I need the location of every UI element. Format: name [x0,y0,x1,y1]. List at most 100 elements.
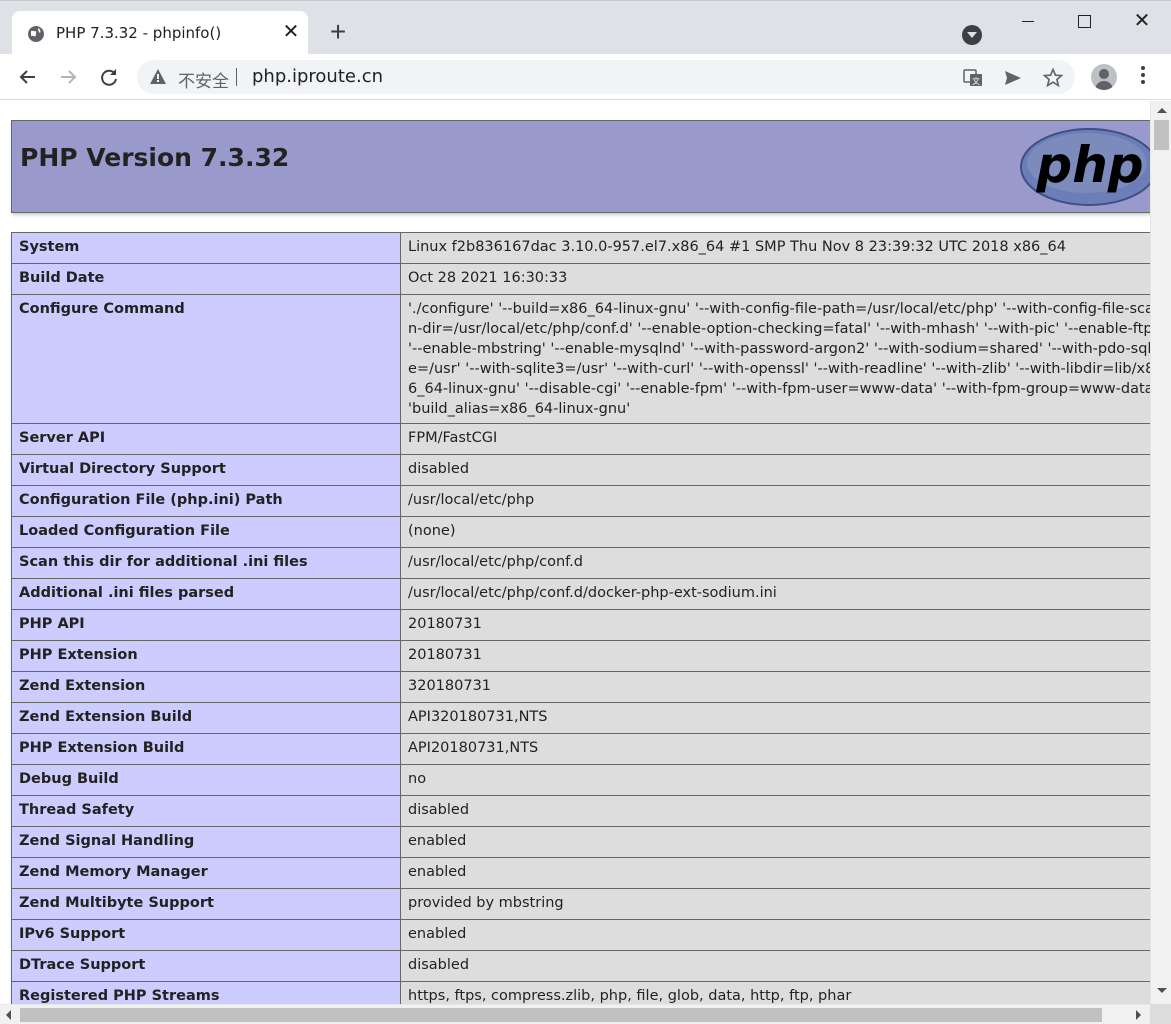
scrollbar-corner [1150,1004,1171,1024]
row-label: PHP Extension [11,640,401,672]
table-row: Zend Multibyte Support provided by mbstri… [11,888,1150,920]
table-row: Registered PHP Streams https, ftps, compr… [11,981,1150,1004]
row-value: /usr/local/etc/php [400,485,1150,517]
row-value: API320180731,NTS [400,702,1150,734]
row-label: Configure Command [11,294,401,424]
row-label: Loaded Configuration File [11,516,401,548]
row-value: enabled [400,826,1150,858]
row-label: IPv6 Support [11,919,401,951]
php-info-table: System Linux f2b836167dac 3.10.0-957.el7.… [11,232,1150,1004]
globe-icon [28,26,44,42]
row-value: './configure' '--build=x86_64-linux-gnu'… [400,294,1150,424]
forward-arrow-icon[interactable] [53,62,83,92]
star-icon[interactable] [1042,67,1064,88]
row-value: FPM/FastCGI [400,423,1150,455]
row-value: API20180731,NTS [400,733,1150,765]
table-row: System Linux f2b836167dac 3.10.0-957.el7.… [11,232,1150,264]
vertical-scrollbar[interactable] [1150,101,1171,1004]
phpinfo-header: PHP Version 7.3.32 php [11,120,1150,213]
row-value: disabled [400,795,1150,827]
row-label: DTrace Support [11,950,401,982]
php-logo[interactable]: php [1019,126,1150,208]
table-row: Scan this dir for additional .ini files /… [11,547,1150,579]
page-viewport: PHP Version 7.3.32 php System Linux f2b83… [1,101,1150,1004]
url-text[interactable]: php.iproute.cn [252,66,383,87]
phpinfo-page: PHP Version 7.3.32 php System Linux f2b83… [11,120,1150,1004]
row-value: 20180731 [400,640,1150,672]
maximize-button[interactable] [1056,7,1112,35]
table-row: Build Date Oct 28 2021 16:30:33 [11,263,1150,295]
row-label: PHP API [11,609,401,641]
horizontal-scrollbar[interactable] [0,1004,1150,1024]
table-row: Virtual Directory Support disabled [11,454,1150,486]
row-value: enabled [400,919,1150,951]
row-value: Oct 28 2021 16:30:33 [400,263,1150,295]
row-value: /usr/local/etc/php/conf.d [400,547,1150,579]
row-value: no [400,764,1150,796]
tab-title: PHP 7.3.32 - phpinfo() [56,24,222,42]
table-row: Zend Memory Manager enabled [11,857,1150,889]
row-value: /usr/local/etc/php/conf.d/docker-php-ext… [400,578,1150,610]
security-status-label[interactable]: 不安全 [178,67,229,92]
tab-close-icon[interactable]: ✕ [282,22,300,42]
table-row: Configuration File (php.ini) Path/usr/lo… [11,485,1150,517]
row-label: Registered PHP Streams [11,981,401,1004]
window-close-button[interactable]: ✕ [1114,7,1170,35]
row-value: enabled [400,857,1150,889]
row-label: PHP Extension Build [11,733,401,765]
translate-icon[interactable]: 文 [963,68,983,88]
table-row: Thread Safety disabled [11,795,1150,827]
address-bar[interactable]: 不安全 php.iproute.cn 文 [137,60,1075,94]
table-row: Zend Extension 320180731 [11,671,1150,703]
vertical-scroll-thumb[interactable] [1154,120,1169,150]
table-row: Zend Signal Handling enabled [11,826,1150,858]
row-label: Configuration File (php.ini) Path [11,485,401,517]
table-row: Debug Build no [11,764,1150,796]
browser-toolbar: 不安全 php.iproute.cn 文 [0,54,1171,100]
row-value: disabled [400,454,1150,486]
browser-tab[interactable]: PHP 7.3.32 - phpinfo() ✕ [12,11,308,55]
table-row: PHP Extension Build API20180731,NTS [11,733,1150,765]
table-row: DTrace Support disabled [11,950,1150,982]
horizontal-scroll-thumb[interactable] [20,1008,1102,1022]
row-label: Additional .ini files parsed [11,578,401,610]
row-label: Zend Extension [11,671,401,703]
scroll-down-arrow-icon[interactable] [1157,988,1167,993]
table-row: Additional .ini files parsed/usr/local/e… [11,578,1150,610]
row-label: Zend Signal Handling [11,826,401,858]
table-row: PHP API 20180731 [11,609,1150,641]
table-row: Server API FPM/FastCGI [11,423,1150,455]
scroll-right-arrow-icon[interactable] [1136,1010,1141,1020]
row-label: Debug Build [11,764,401,796]
svg-text:文: 文 [972,76,980,86]
scroll-left-arrow-icon[interactable] [6,1010,11,1020]
tab-search-icon[interactable] [962,25,982,45]
avatar-icon[interactable] [1091,64,1117,90]
new-tab-button[interactable]: + [326,18,350,46]
row-value: disabled [400,950,1150,982]
warning-triangle-icon[interactable] [150,69,166,84]
row-label: Virtual Directory Support [11,454,401,486]
row-value: 20180731 [400,609,1150,641]
row-value: provided by mbstring [400,888,1150,920]
row-label: Zend Multibyte Support [11,888,401,920]
kebab-menu-icon[interactable] [1133,66,1153,88]
send-tab-icon[interactable] [1003,68,1023,88]
minimize-button[interactable] [1000,7,1056,35]
row-value: Linux f2b836167dac 3.10.0-957.el7.x86_64… [400,232,1150,264]
row-label: System [11,232,401,264]
reload-icon[interactable] [94,62,124,92]
row-label: Server API [11,423,401,455]
table-row: Loaded Configuration File (none) [11,516,1150,548]
row-value: https, ftps, compress.zlib, php, file, g… [400,981,1150,1004]
row-label: Zend Extension Build [11,702,401,734]
row-label: Zend Memory Manager [11,857,401,889]
page-title: PHP Version 7.3.32 [20,143,290,172]
row-label: Scan this dir for additional .ini files [11,547,401,579]
omnibox-divider [236,68,237,86]
row-label: Thread Safety [11,795,401,827]
back-arrow-icon[interactable] [13,62,43,92]
scroll-up-arrow-icon[interactable] [1157,108,1167,113]
tab-strip: PHP 7.3.32 - phpinfo() ✕ + ✕ [0,0,1171,55]
table-row: Zend Extension Build API320180731,NTS [11,702,1150,734]
